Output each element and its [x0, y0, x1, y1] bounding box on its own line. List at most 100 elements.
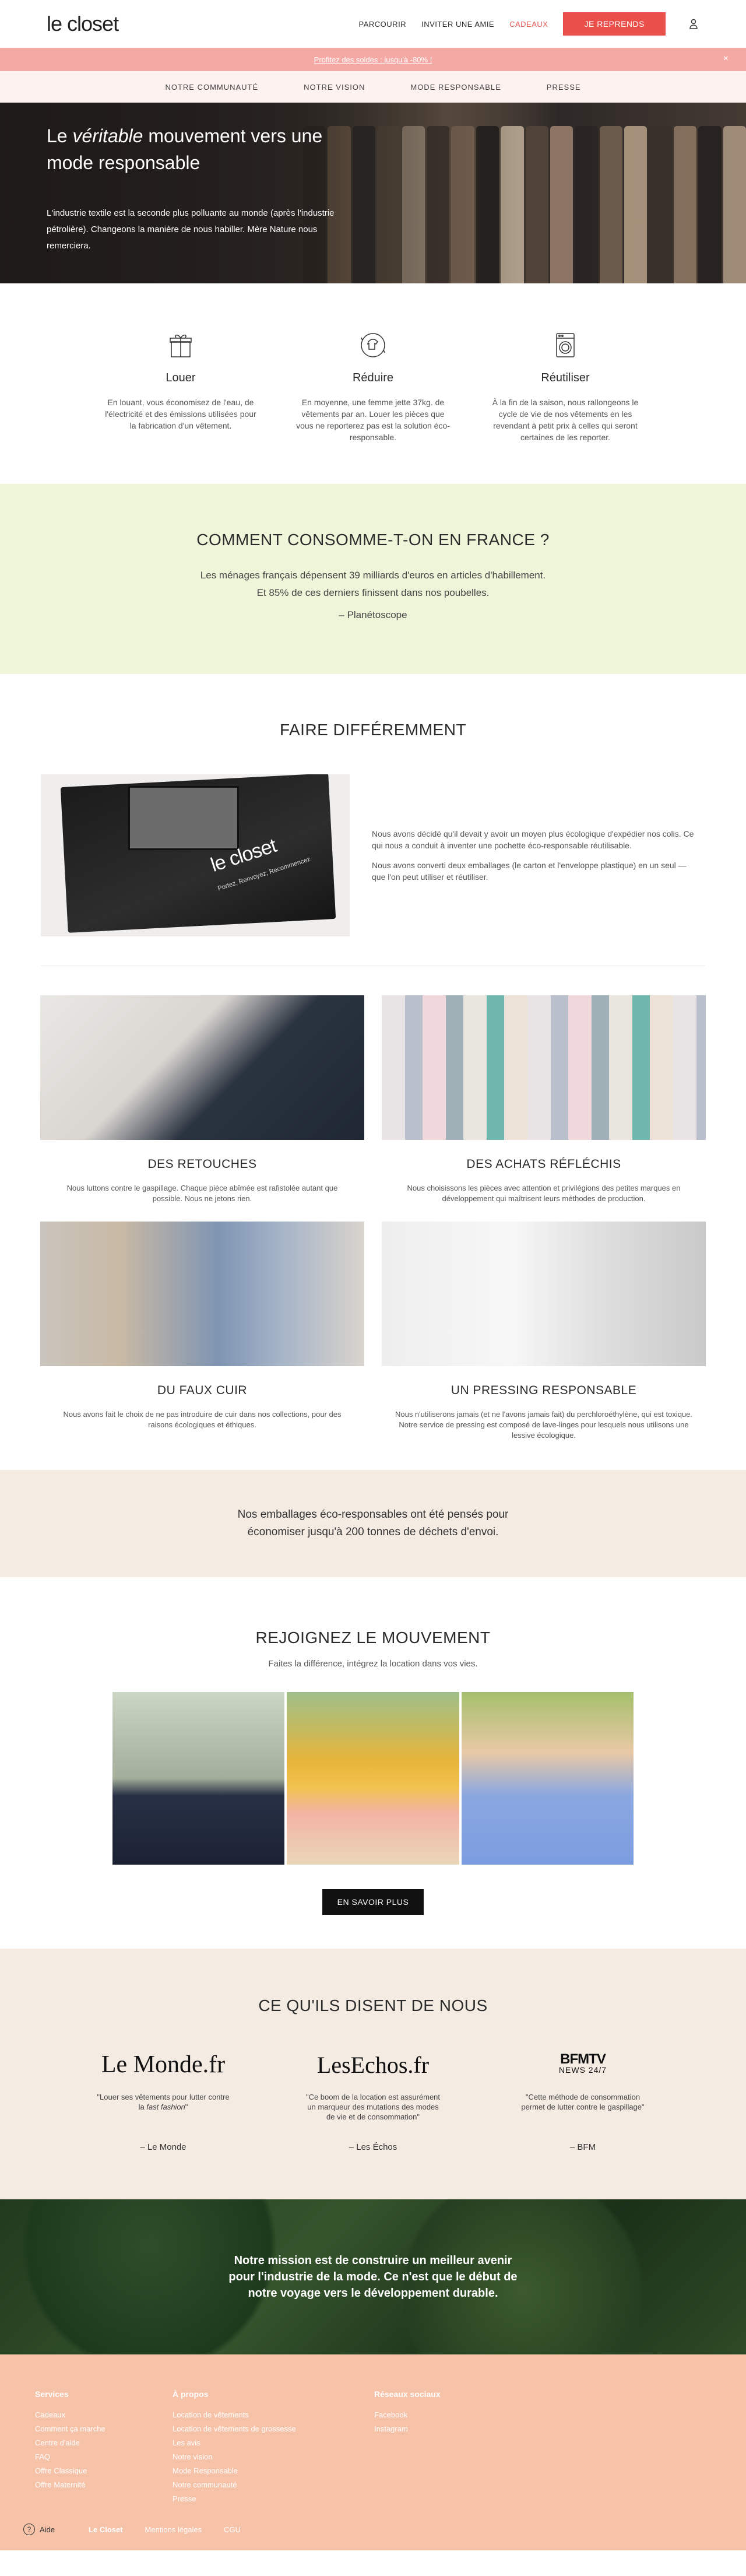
footer-heading: À propos: [173, 2389, 209, 2399]
logo[interactable]: le closet: [47, 12, 119, 36]
feature-text: En louant, vous économisez de l'eau, de …: [105, 398, 256, 430]
practice-card-pressing: UN PRESSING RESPONSABLE Nous n'utilisero…: [382, 1222, 706, 1441]
hero-banner: Le véritable mouvement vers une mode res…: [0, 103, 746, 283]
top-header: le closet PARCOURIR INVITER UNE AMIE CAD…: [0, 0, 746, 48]
lesechos-logo: LesEchos.fr: [316, 2051, 430, 2078]
section-title: CE QU'ILS DISENT DE NOUS: [258, 1996, 488, 2015]
facebook-link[interactable]: Facebook: [374, 2410, 407, 2419]
footer-link[interactable]: Location de vêtements de grossesse: [173, 2424, 296, 2433]
legal-notice-link[interactable]: Mentions légales: [145, 2525, 202, 2534]
footer: Services Cadeaux Comment ça marche Centr…: [0, 2354, 746, 2550]
recycle-shirt-icon: [361, 333, 385, 357]
gift-box-icon: [170, 334, 192, 357]
join-section: REJOIGNEZ LE MOUVEMENT Faites la différe…: [0, 1577, 746, 1949]
footer-services: Services Cadeaux Comment ça marche Centr…: [35, 2387, 173, 2506]
footer-social: Réseaux sociaux Facebook Instagram: [374, 2387, 441, 2506]
promo-link[interactable]: Profitez des soldes : jusqu'à -80% !: [314, 55, 432, 64]
footer-link[interactable]: Offre Classique: [35, 2466, 87, 2475]
help-button[interactable]: ? Aide: [23, 2524, 55, 2535]
nav-inviter-amie[interactable]: INVITER UNE AMIE: [421, 20, 494, 29]
consumption-title: COMMENT CONSOMME-T-ON EN FRANCE ?: [196, 531, 550, 549]
feature-louer: Louer En louant, vous économisez de l'ea…: [93, 329, 268, 443]
quote-text: "Louer ses vêtements pour lutter contre …: [97, 2093, 230, 2111]
footer-link[interactable]: Centre d'aide: [35, 2438, 80, 2447]
card-text: Nous avons fait le choix de ne pas intro…: [63, 1410, 342, 1429]
footer-link[interactable]: FAQ: [35, 2452, 50, 2461]
consumption-section: COMMENT CONSOMME-T-ON EN FRANCE ? Les mé…: [0, 484, 746, 674]
feature-title: Réutiliser: [541, 371, 590, 384]
practices-grid: DES RETOUCHES Nous luttons contre le gas…: [40, 995, 706, 1441]
card-title: DES RETOUCHES: [147, 1157, 257, 1171]
subnav-communaute[interactable]: NOTRE COMMUNAUTÉ: [165, 83, 258, 92]
footer-heading: Services: [35, 2389, 69, 2399]
lemonde-logo: Le Monde.fr: [101, 2051, 226, 2078]
subnav-mode-responsable[interactable]: MODE RESPONSABLE: [410, 83, 501, 92]
mission-text: Notre mission est de construire un meill…: [228, 2254, 518, 2300]
handbag-image: [40, 1222, 364, 1366]
collage-photo-1: [112, 1692, 285, 1865]
consumption-line-2: Et 85% de ces derniers finissent dans no…: [256, 587, 490, 598]
feature-title: Réduire: [352, 371, 394, 384]
packaging-text: Nous avons décidé qu'il devait y avoir u…: [372, 828, 698, 883]
card-title: DU FAUX CUIR: [157, 1384, 248, 1397]
footer-link[interactable]: Les avis: [173, 2438, 200, 2447]
feature-title: Louer: [166, 371, 196, 384]
card-title: DES ACHATS RÉFLÉCHIS: [466, 1157, 621, 1171]
bag-window: [128, 786, 239, 850]
help-icon: ?: [23, 2524, 35, 2535]
nav-parcourir[interactable]: PARCOURIR: [359, 20, 407, 29]
footer-link[interactable]: Location de vêtements: [173, 2410, 249, 2419]
hero-text: L'industrie textile est la seconde plus …: [47, 208, 335, 251]
feature-text: À la fin de la saison, nous rallongeons …: [492, 398, 639, 442]
feature-text: En moyenne, une femme jette 37kg. de vêt…: [296, 398, 450, 442]
user-icon[interactable]: [688, 18, 699, 30]
practice-card-achats: DES ACHATS RÉFLÉCHIS Nous choisissons le…: [382, 995, 706, 1204]
feature-reduire: Réduire En moyenne, une femme jette 37kg…: [286, 329, 460, 443]
footer-bottom: ? Aide Le Closet Mentions légales CGU: [23, 2524, 241, 2535]
packaging-paragraph-2: Nous avons converti deux emballages (le …: [372, 861, 687, 882]
press-quote-bfm: BFMTV NEWS 24/7 "Cette méthode de consomm…: [513, 2050, 653, 2153]
section-title: REJOIGNEZ LE MOUVEMENT: [255, 1629, 491, 1647]
top-nav: PARCOURIR INVITER UNE AMIE CADEAUX JE RE…: [359, 12, 699, 36]
card-title: UN PRESSING RESPONSABLE: [451, 1384, 637, 1397]
collage-photo-3: [461, 1692, 634, 1865]
footer-link[interactable]: Notre communauté: [173, 2480, 237, 2489]
fabrics-image: [382, 995, 706, 1140]
instagram-link[interactable]: Instagram: [374, 2424, 408, 2433]
section-title: FAIRE DIFFÉREMMENT: [279, 721, 467, 739]
footer-link[interactable]: Cadeaux: [35, 2410, 65, 2419]
bfm-logo: BFMTV NEWS 24/7: [558, 2051, 607, 2075]
footer-link[interactable]: Presse: [173, 2494, 196, 2503]
cgu-link[interactable]: CGU: [224, 2525, 241, 2534]
consumption-source: – Planétoscope: [339, 609, 407, 620]
learn-more-button[interactable]: EN SAVOIR PLUS: [322, 1889, 424, 1915]
feature-reutiliser: Réutiliser À la fin de la saison, nous r…: [478, 329, 653, 443]
hero-title: Le véritable mouvement vers une mode res…: [47, 125, 323, 173]
nav-cadeaux[interactable]: CADEAUX: [509, 20, 548, 29]
quote-source: – Les Échos: [349, 2142, 397, 2152]
footer-link[interactable]: Mode Responsable: [173, 2466, 238, 2475]
press-quote-lemonde: Le Monde.fr "Louer ses vêtements pour lu…: [93, 2050, 233, 2152]
quote-source: – Le Monde: [140, 2142, 186, 2152]
mission-banner: Notre mission est de construire un meill…: [0, 2199, 746, 2354]
hero-content: Le véritable mouvement vers une mode res…: [47, 122, 361, 254]
eco-packaging-banner: Nos emballages éco-responsables ont été …: [0, 1470, 746, 1577]
subnav-vision[interactable]: NOTRE VISION: [304, 83, 365, 92]
footer-link[interactable]: Comment ça marche: [35, 2424, 105, 2433]
press-quotes: Le Monde.fr "Louer ses vêtements pour lu…: [0, 2050, 746, 2152]
washing-machine-icon: [556, 333, 575, 357]
washing-machine-image: [382, 1222, 706, 1366]
practice-card-retouches: DES RETOUCHES Nous luttons contre le gas…: [40, 995, 364, 1204]
collage-photo-2: [287, 1692, 459, 1865]
resume-button[interactable]: JE REPRENDS: [563, 12, 666, 36]
eco-text: Nos emballages éco-responsables ont été …: [237, 1508, 509, 1538]
subnav-presse[interactable]: PRESSE: [547, 83, 581, 92]
consumption-line-1: Les ménages français dépensent 39 millia…: [200, 570, 546, 581]
sub-nav: NOTRE COMMUNAUTÉ NOTRE VISION MODE RESPO…: [0, 71, 746, 103]
footer-link[interactable]: Notre vision: [173, 2452, 213, 2461]
quote-source: – BFM: [569, 2142, 596, 2152]
packaging-bag-image: le closet Portez, Renvoyez, Recommencez: [41, 774, 350, 936]
footer-link[interactable]: Offre Maternité: [35, 2480, 85, 2489]
photo-collage: [112, 1692, 634, 1865]
close-icon[interactable]: ×: [723, 54, 729, 64]
